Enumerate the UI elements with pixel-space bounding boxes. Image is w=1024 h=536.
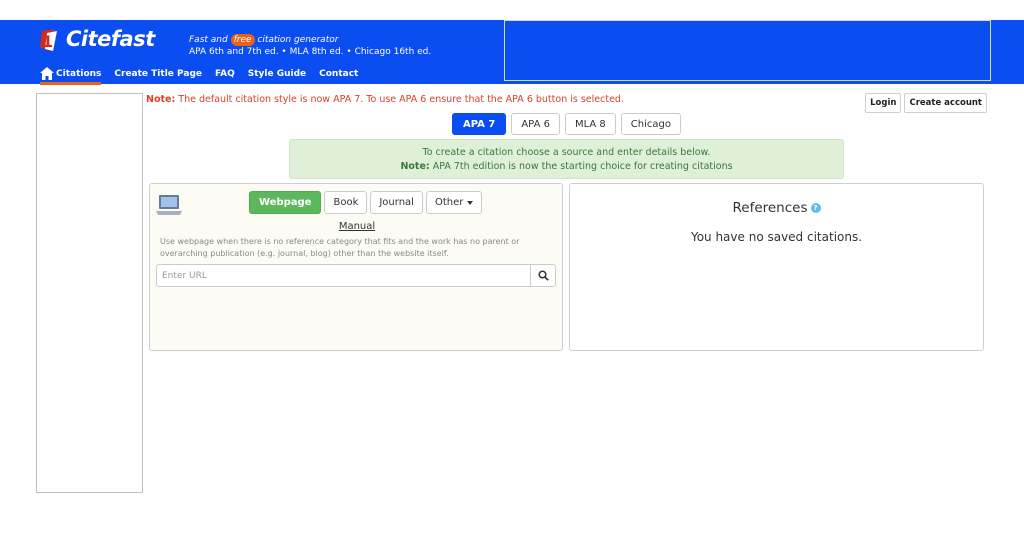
tagline-prefix: Fast and [189, 35, 231, 45]
caret-down-icon [467, 200, 474, 205]
main-nav: Citations Create Title Page FAQ Style Gu… [40, 65, 371, 85]
header-ad-banner [504, 20, 991, 81]
url-search-row [156, 264, 556, 287]
left-ad-column [36, 93, 143, 493]
info-alert: To create a citation choose a source and… [289, 139, 844, 179]
nav-item-citations[interactable]: Citations [40, 65, 102, 85]
references-title: References [732, 200, 808, 216]
auth-buttons: Login Create account [865, 93, 987, 113]
home-icon [40, 67, 54, 80]
nav-item-style-guide[interactable]: Style Guide [248, 65, 306, 83]
default-style-note: Note: The default citation style is now … [146, 94, 624, 105]
manual-link[interactable]: Manual [183, 221, 531, 232]
logo-text: Citefast [66, 27, 155, 51]
source-tab-other-dropdown[interactable]: Other [425, 191, 483, 214]
info-line-2: Note: APA 7th edition is now the startin… [290, 160, 843, 174]
laptop-icon [156, 195, 182, 215]
nav-item-contact[interactable]: Contact [319, 65, 358, 83]
source-tab-webpage[interactable]: Webpage [249, 191, 322, 214]
source-tab-journal[interactable]: Journal [370, 191, 423, 214]
note-text: The default citation style is now APA 7.… [175, 94, 624, 105]
nav-item-faq[interactable]: FAQ [215, 65, 235, 83]
style-button-apa7[interactable]: APA 7 [452, 113, 507, 135]
tagline: Fast and free citation generator APA 6th… [189, 34, 431, 58]
info-line-1: To create a citation choose a source and… [422, 147, 711, 158]
nav-item-label: Citations [56, 68, 102, 79]
search-icon [537, 270, 549, 281]
create-account-button[interactable]: Create account [904, 93, 987, 113]
info-note-text: APA 7th edition is now the starting choi… [429, 161, 733, 172]
info-note-prefix: Note: [400, 161, 430, 172]
source-panel: Webpage Book Journal Other Manual Use we… [149, 183, 563, 351]
source-tab-book[interactable]: Book [324, 191, 368, 214]
citefast-logo[interactable]: 1 Citefast [38, 25, 168, 55]
tagline-editions: APA 6th and 7th ed. • MLA 8th ed. • Chic… [189, 47, 432, 57]
source-description: Use webpage when there is no reference c… [160, 237, 520, 258]
source-type-tabs: Webpage Book Journal Other [249, 191, 483, 214]
no-citations-message: You have no saved citations. [690, 230, 863, 244]
url-search-button[interactable] [530, 264, 556, 287]
logo-mark-icon: 1 [40, 29, 57, 51]
login-button[interactable]: Login [865, 93, 902, 113]
note-prefix: Note: [146, 94, 176, 105]
source-tab-other-label: Other [434, 197, 464, 208]
style-button-chicago[interactable]: Chicago [620, 113, 681, 135]
references-panel: References? You have no saved citations. [569, 183, 984, 351]
nav-item-create-title-page[interactable]: Create Title Page [114, 65, 202, 83]
citation-style-selector: APA 7 APA 6 MLA 8 Chicago [452, 113, 681, 135]
style-button-apa6[interactable]: APA 6 [511, 113, 560, 135]
help-icon[interactable]: ? [810, 203, 821, 213]
tagline-free-badge: free [230, 34, 255, 46]
site-header: 1 Citefast Fast and free citation genera… [0, 20, 1024, 85]
references-title-row: References? [570, 200, 983, 216]
tagline-suffix: citation generator [254, 35, 339, 45]
style-button-mla8[interactable]: MLA 8 [564, 113, 616, 135]
url-input[interactable] [156, 264, 530, 287]
svg-text:1: 1 [42, 32, 53, 51]
